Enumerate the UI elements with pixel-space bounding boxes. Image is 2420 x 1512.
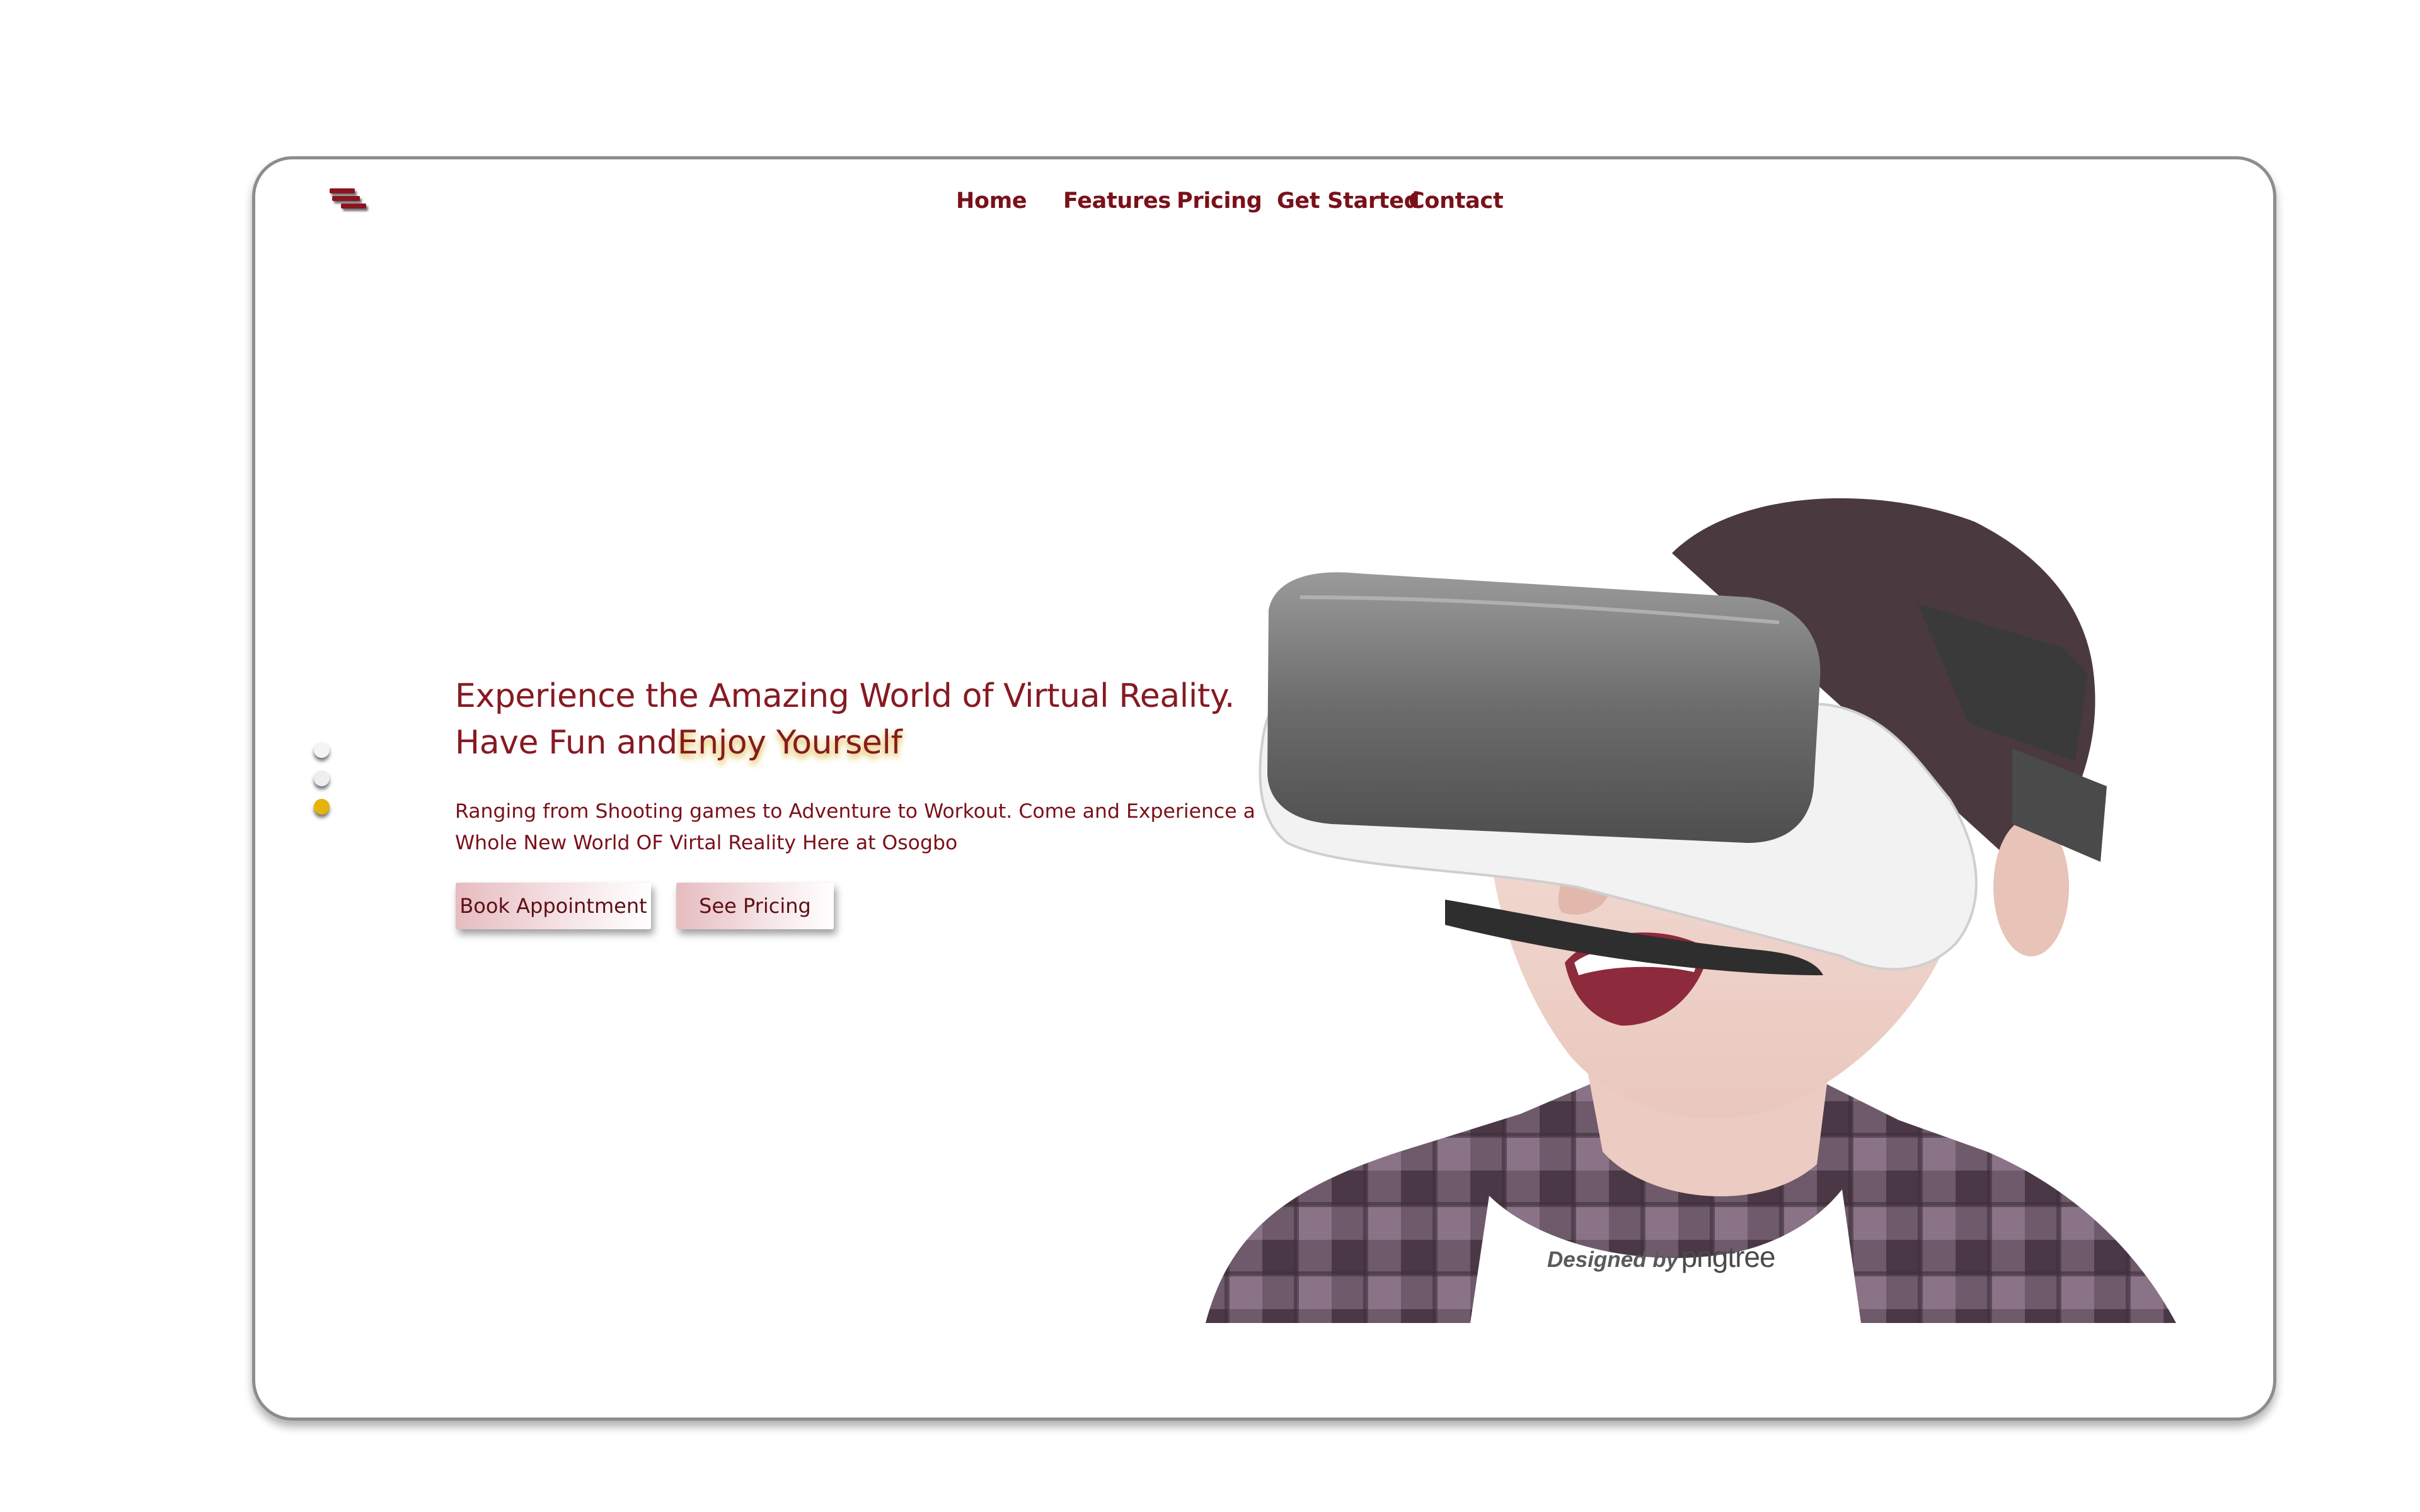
nav-pricing[interactable]: Pricing bbox=[1177, 188, 1262, 214]
vr-person-illustration bbox=[1206, 498, 2176, 1323]
nav-get-started[interactable]: Get Started bbox=[1277, 188, 1420, 214]
nav-features[interactable]: Features bbox=[1063, 188, 1171, 214]
hero-vr-image bbox=[1193, 408, 2189, 1323]
slider-dot-2[interactable] bbox=[314, 770, 330, 786]
hero-card: Home Features Pricing Get Started Contac… bbox=[252, 156, 2276, 1421]
hero-description: Ranging from Shooting games to Adventure… bbox=[455, 800, 1255, 854]
nav-home[interactable]: Home bbox=[956, 188, 1027, 214]
see-pricing-button[interactable]: See Pricing bbox=[676, 883, 834, 929]
main-nav: Home Features Pricing Get Started Contac… bbox=[255, 182, 2273, 222]
hero-title: Experience the Amazing World of Virtual … bbox=[455, 673, 1274, 766]
book-appointment-button[interactable]: Book Appointment bbox=[456, 883, 651, 929]
slider-dot-1[interactable] bbox=[314, 742, 330, 758]
slider-dot-active[interactable] bbox=[314, 799, 330, 815]
hero-title-highlight: Enjoy Yourself bbox=[677, 724, 902, 762]
watermark-designed-by: Designed by bbox=[1547, 1247, 1679, 1272]
watermark-brand: pngtree bbox=[1681, 1240, 1776, 1273]
nav-contact[interactable]: Contact bbox=[1409, 188, 1504, 214]
image-watermark: Designed by pngtree bbox=[1547, 1240, 1776, 1274]
